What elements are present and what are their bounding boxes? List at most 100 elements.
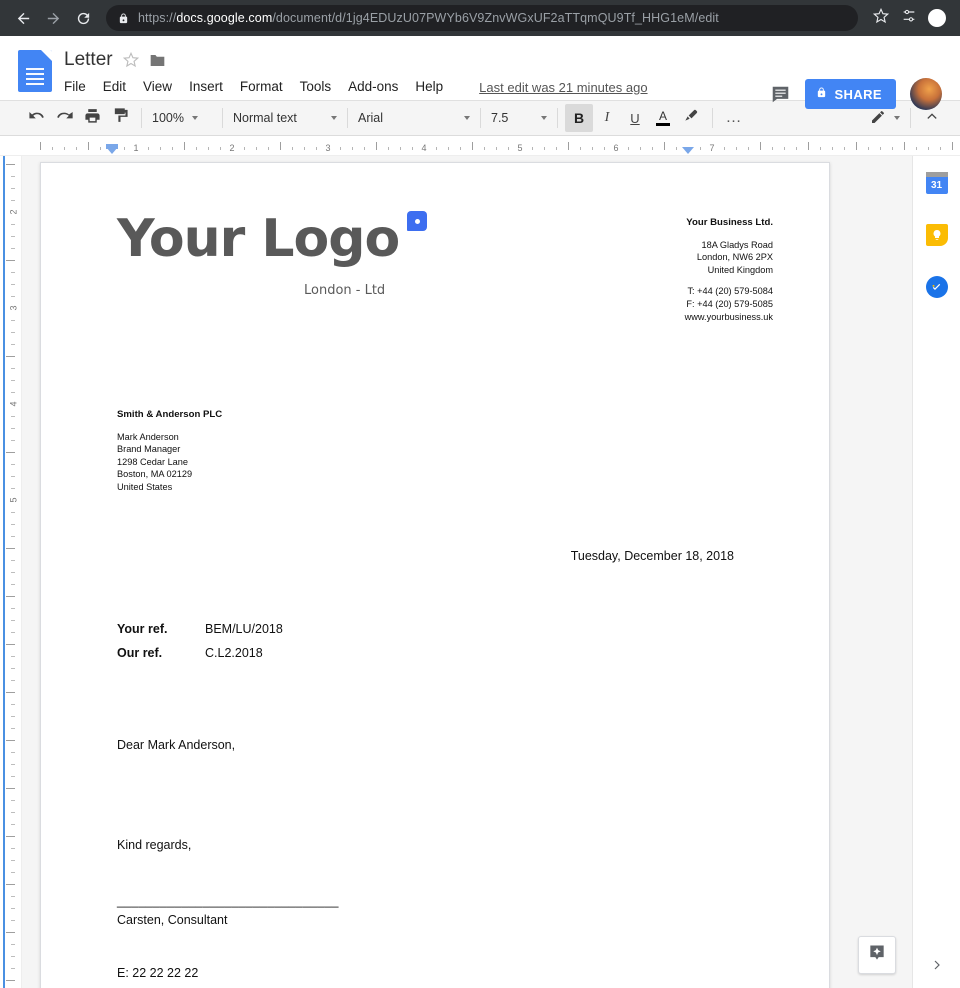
font-size-selector[interactable]: 7.5 xyxy=(488,105,550,131)
recipient-company: Smith & Anderson PLC xyxy=(117,409,223,421)
last-edit-link[interactable]: Last edit was 21 minutes ago xyxy=(479,80,647,95)
left-indent-marker[interactable] xyxy=(106,144,118,154)
ruler-number: 3 xyxy=(325,143,331,153)
document-canvas[interactable]: Your Logo London - Ltd Your Business Ltd… xyxy=(22,156,960,988)
undo-button[interactable] xyxy=(22,104,50,132)
ruler-tick xyxy=(124,147,125,150)
ruler-tick xyxy=(11,908,15,909)
horizontal-ruler-track: 1 2 3 4 5 6 7 xyxy=(0,136,960,155)
share-button[interactable]: SHARE xyxy=(805,79,896,109)
zoom-selector[interactable]: 100% xyxy=(149,105,215,131)
ruler-tick xyxy=(11,236,15,237)
forward-button[interactable] xyxy=(40,5,66,31)
menu-item-help[interactable]: Help xyxy=(415,77,443,97)
contact-email: E: 22 22 22 22 xyxy=(117,966,199,981)
ruler-number: 4 xyxy=(8,401,19,407)
menu-item-edit[interactable]: Edit xyxy=(103,77,126,97)
google-docs-icon[interactable] xyxy=(18,50,52,92)
toolbar-divider xyxy=(557,108,558,128)
font-selector[interactable]: Arial xyxy=(355,105,473,131)
star-outline-icon[interactable] xyxy=(122,52,139,68)
ruler-tick xyxy=(11,584,15,585)
ruler-tick xyxy=(892,147,893,150)
menu-item-tools[interactable]: Tools xyxy=(300,77,332,97)
chevron-right-icon[interactable] xyxy=(929,957,945,978)
ruler-number: 2 xyxy=(8,209,19,215)
text-color-button[interactable]: A xyxy=(649,104,677,132)
folder-icon[interactable] xyxy=(149,53,166,68)
italic-label: I xyxy=(604,110,610,125)
ruler-tick xyxy=(100,147,101,150)
bold-button[interactable]: B xyxy=(565,104,593,132)
star-icon xyxy=(872,7,890,29)
explore-icon xyxy=(867,943,887,968)
text-color-label: A xyxy=(658,108,667,123)
menu-item-addons[interactable]: Add-ons xyxy=(348,77,398,97)
paint-format-button[interactable] xyxy=(106,104,134,132)
vertical-ruler[interactable]: 2 3 4 5 xyxy=(0,156,22,988)
ruler-tick xyxy=(11,368,15,369)
ruler-tick xyxy=(448,147,449,150)
ruler-tick xyxy=(11,476,15,477)
logo-badge-icon xyxy=(407,211,428,231)
menu-item-format[interactable]: Format xyxy=(240,77,283,97)
ruler-tick xyxy=(11,296,15,297)
comment-icon[interactable] xyxy=(770,85,791,104)
bookmark-button[interactable] xyxy=(868,5,894,31)
menu-item-file[interactable]: File xyxy=(64,77,86,97)
redo-button[interactable] xyxy=(50,104,78,132)
our-ref-value: C.L2.2018 xyxy=(205,646,263,661)
google-keep-button[interactable] xyxy=(924,222,950,248)
menu-item-insert[interactable]: Insert xyxy=(189,77,223,97)
ruler-tick xyxy=(268,147,269,150)
ruler-tick xyxy=(292,147,293,150)
explore-button[interactable] xyxy=(858,936,896,974)
ruler-tick xyxy=(604,147,605,150)
paragraph-style-selector[interactable]: Normal text xyxy=(230,105,340,131)
ruler-edge-bar xyxy=(3,156,5,988)
ruler-tick xyxy=(11,656,15,657)
google-tasks-button[interactable] xyxy=(924,274,950,300)
reload-icon xyxy=(75,10,92,27)
ruler-tick xyxy=(640,147,641,150)
profile-button[interactable] xyxy=(924,5,950,31)
print-button[interactable] xyxy=(78,104,106,132)
ruler-number: 5 xyxy=(517,143,523,153)
extensions-button[interactable] xyxy=(896,5,922,31)
ruler-tick xyxy=(532,147,533,150)
italic-button[interactable]: I xyxy=(593,104,621,132)
document-page[interactable]: Your Logo London - Ltd Your Business Ltd… xyxy=(40,162,830,988)
horizontal-ruler[interactable]: 1 2 3 4 5 6 7 xyxy=(0,136,960,156)
ruler-tick xyxy=(160,147,161,150)
our-ref-label: Our ref. xyxy=(117,646,163,661)
more-options-button[interactable]: … xyxy=(720,104,748,132)
highlight-color-button[interactable] xyxy=(677,104,705,132)
menu-item-view[interactable]: View xyxy=(143,77,172,97)
ruler-tick xyxy=(11,188,15,189)
reference-row-your-ref: Your ref. BEM/LU/2018 xyxy=(117,617,773,641)
ruler-tick xyxy=(664,142,665,150)
ruler-tick xyxy=(11,860,15,861)
font-value: Arial xyxy=(358,111,384,125)
underline-button[interactable]: U xyxy=(621,104,649,132)
chevron-down-icon xyxy=(894,116,900,120)
paint-format-icon xyxy=(112,107,129,129)
avatar[interactable] xyxy=(910,78,942,110)
ruler-tick xyxy=(6,932,15,933)
back-button[interactable] xyxy=(10,5,36,31)
recipient-role: Brand Manager xyxy=(117,444,181,455)
font-size-value: 7.5 xyxy=(491,111,509,125)
ruler-tick xyxy=(916,147,917,150)
page-title[interactable]: Letter xyxy=(64,48,113,72)
company-logo: Your Logo London - Ltd xyxy=(117,201,428,323)
address-bar[interactable]: https://docs.google.com/document/d/1jg4E… xyxy=(106,5,858,31)
ruler-tick xyxy=(940,147,941,150)
ruler-tick xyxy=(724,147,725,150)
ruler-tick xyxy=(340,147,341,150)
right-indent-marker[interactable] xyxy=(682,147,694,154)
reload-button[interactable] xyxy=(70,5,96,31)
google-calendar-button[interactable]: 31 xyxy=(924,170,950,196)
letterhead: Your Logo London - Ltd Your Business Ltd… xyxy=(117,201,773,323)
ruler-tick xyxy=(11,764,15,765)
recipient-street: 1298 Cedar Lane xyxy=(117,456,189,467)
